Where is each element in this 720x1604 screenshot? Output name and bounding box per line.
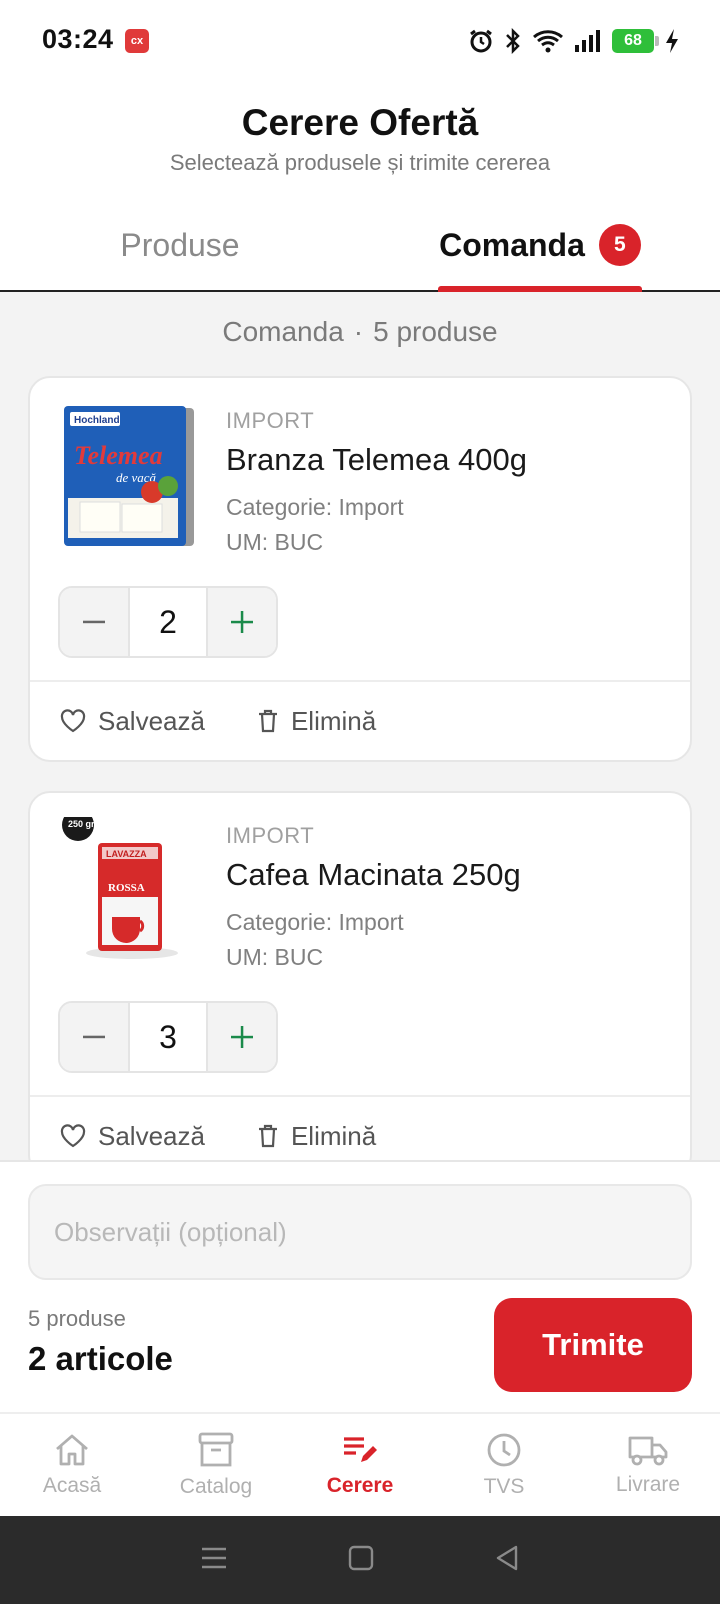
quantity-stepper: 3 [58, 1001, 278, 1073]
minus-icon [83, 620, 105, 624]
remove-item-button[interactable]: Elimină [257, 706, 376, 737]
nav-label: Acasă [42, 1474, 102, 1497]
increase-quantity-button[interactable] [206, 1003, 276, 1071]
section-separator: · [353, 316, 364, 347]
order-item-card: Hochland Telemea de vacă IMPORT Branza T… [28, 376, 692, 762]
card-actions: Salvează Elimină [30, 680, 690, 760]
quantity-value[interactable]: 2 [130, 588, 206, 656]
nav-item-tvs[interactable]: TVS [432, 1414, 576, 1516]
plus-icon [231, 1026, 253, 1048]
plus-icon [231, 611, 253, 633]
tab-count-badge: 5 [598, 224, 641, 266]
save-item-button[interactable]: Salvează [60, 1121, 205, 1152]
product-unit: UM: BUC [226, 944, 324, 970]
nav-item-livrare[interactable]: Livrare [576, 1414, 720, 1516]
nav-label: Catalog [179, 1475, 253, 1498]
product-image: Hochland Telemea de vacă [60, 402, 200, 552]
send-request-button[interactable]: Trimite [494, 1298, 692, 1392]
order-item-card: 250 gr. LAVAZZA ROSSA IMPORT Cafea Macin… [28, 791, 692, 1162]
summary-articles: 2 articole [28, 1340, 173, 1377]
signal-icon [574, 28, 602, 54]
product-tag: IMPORT [226, 408, 315, 433]
heart-icon [60, 1124, 86, 1148]
battery-icon: 68 [612, 29, 659, 53]
order-list[interactable]: Comanda · 5 produse Hochland Telemea de va… [0, 292, 720, 1162]
clock-icon [487, 1433, 521, 1467]
app-notification-icon: cx [125, 29, 149, 53]
product-image-sub: 250 gr. [68, 819, 97, 829]
status-icons: 68 [468, 24, 680, 58]
save-item-button[interactable]: Salvează [60, 706, 205, 737]
remove-label: Elimină [290, 705, 377, 736]
heart-icon [60, 709, 86, 733]
nav-label: TVS [483, 1475, 525, 1498]
section-count: 5 produse [373, 316, 498, 347]
alarm-icon [468, 28, 494, 54]
minus-icon [83, 1035, 105, 1039]
product-info: IMPORT Branza Telemea 400g Categorie: Im… [226, 408, 527, 560]
home-icon [56, 1434, 88, 1466]
save-label: Salvează [98, 1120, 205, 1151]
product-category: Categorie: Import [226, 494, 404, 520]
tab-label: Produse [120, 226, 240, 263]
decrease-quantity-button[interactable] [60, 1003, 130, 1071]
tab-label: Comanda [439, 226, 585, 263]
section-label: Comanda [222, 316, 344, 347]
quantity-value[interactable]: 3 [130, 1003, 206, 1071]
wifi-icon [532, 28, 564, 54]
trash-icon [258, 1124, 277, 1148]
archive-icon [198, 1432, 234, 1467]
product-unit: UM: BUC [226, 529, 324, 555]
nav-item-acasa[interactable]: Acasă [0, 1414, 144, 1516]
product-name: Cafea Macinata 250g [226, 857, 521, 892]
back-icon[interactable] [494, 1544, 520, 1577]
tab-bar: Produse Comanda 5 [0, 200, 720, 292]
trash-icon [258, 709, 277, 733]
product-category: Categorie: Import [226, 909, 404, 935]
product-image-text: ROSSA [108, 882, 145, 894]
system-navigation-bar [0, 1516, 720, 1604]
nav-label: Cerere [326, 1474, 394, 1497]
bluetooth-icon [504, 28, 522, 54]
increase-quantity-button[interactable] [206, 588, 276, 656]
charging-icon [664, 28, 680, 54]
truck-icon [628, 1436, 668, 1466]
quantity-stepper: 2 [58, 586, 278, 658]
recent-apps-icon[interactable] [200, 1546, 228, 1575]
product-image-brand: Hochland [74, 415, 120, 426]
order-footer: 5 produse 2 articole Trimite [0, 1160, 720, 1412]
bottom-navigation: Acasă Catalog Cerere TVS Livrare [0, 1412, 720, 1516]
nav-item-cerere[interactable]: Cerere [288, 1414, 432, 1516]
save-label: Salvează [98, 705, 205, 736]
product-image-brand: LAVAZZA [106, 849, 147, 859]
summary-product-count: 5 produse [28, 1306, 126, 1331]
page-header: Cerere Ofertă Selectează produsele și tr… [0, 82, 720, 192]
nav-label: Livrare [615, 1473, 681, 1496]
product-info: IMPORT Cafea Macinata 250g Categorie: Im… [226, 823, 521, 975]
product-image-text: Telemea [74, 441, 163, 470]
nav-item-catalog[interactable]: Catalog [144, 1414, 288, 1516]
page-subtitle: Selectează produsele și trimite cererea [169, 150, 551, 175]
status-bar: 03:24 cx 68 [0, 0, 720, 82]
card-actions: Salvează Elimină [30, 1095, 690, 1162]
product-tag: IMPORT [226, 823, 315, 848]
decrease-quantity-button[interactable] [60, 588, 130, 656]
section-header: Comanda · 5 produse [0, 316, 720, 356]
edit-list-icon [344, 1437, 377, 1462]
home-system-icon[interactable] [348, 1545, 374, 1576]
remove-label: Elimină [290, 1120, 377, 1151]
page-title: Cerere Ofertă [241, 102, 479, 143]
tab-produse[interactable]: Produse [0, 200, 360, 290]
status-time: 03:24 [42, 24, 114, 54]
tab-comanda[interactable]: Comanda 5 [360, 200, 720, 290]
remove-item-button[interactable]: Elimină [257, 1121, 376, 1152]
product-image: 250 gr. LAVAZZA ROSSA [60, 809, 200, 967]
product-name: Branza Telemea 400g [226, 442, 528, 477]
notes-input[interactable] [28, 1184, 692, 1280]
